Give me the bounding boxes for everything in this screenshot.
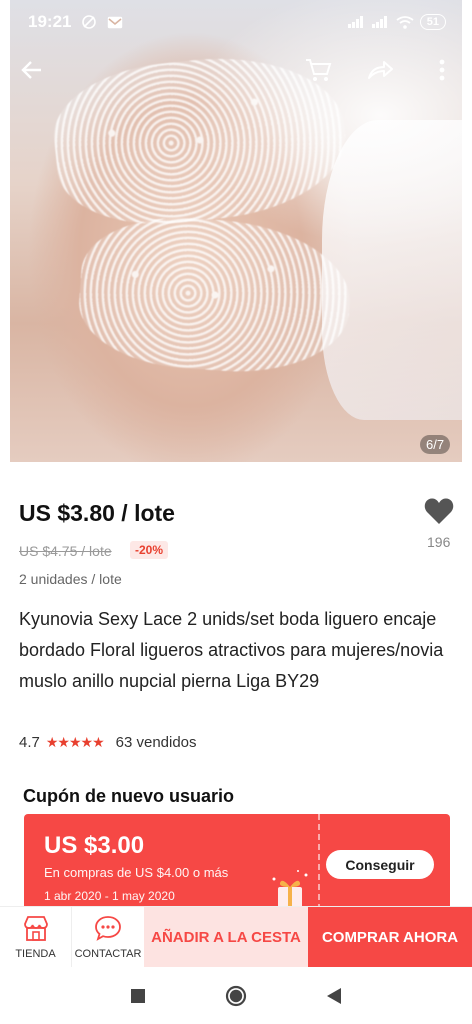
more-options-icon[interactable]	[426, 54, 458, 86]
contact-button[interactable]: CONTACTAR	[72, 907, 144, 967]
discount-badge: -20%	[130, 541, 169, 559]
status-time: 19:21	[28, 12, 72, 31]
rating-row[interactable]: 4.7 ★★★★★ 63 vendidos	[19, 734, 197, 751]
sold-count: 63 vendidos	[115, 734, 197, 751]
signal-icon-2	[371, 16, 388, 28]
wishlist-heart-icon[interactable]	[424, 497, 456, 527]
original-price: US $4.75 / lote	[19, 543, 112, 559]
home-icon[interactable]	[225, 985, 247, 1007]
rating-stars-icon: ★★★★★	[45, 734, 105, 750]
product-price: US $3.80 / lote	[19, 500, 175, 526]
dnd-icon	[81, 14, 97, 30]
coupon-card: US $3.00 En compras de US $4.00 o más 1 …	[24, 814, 450, 910]
store-icon	[22, 915, 50, 944]
add-to-cart-button[interactable]: AÑADIR A LA CESTA	[144, 907, 308, 967]
rating-value: 4.7	[19, 734, 40, 751]
chat-icon	[94, 915, 122, 944]
unit-info: 2 unidades / lote	[19, 571, 122, 587]
action-bar: TIENDA CONTACTAR AÑADIR A LA CESTA COMPR…	[0, 906, 472, 967]
image-toolbar	[0, 50, 472, 90]
product-title: Kyunovia Sexy Lace 2 unids/set boda ligu…	[19, 609, 444, 691]
coupon-heading: Cupón de nuevo usuario	[23, 786, 235, 806]
wifi-icon	[396, 16, 414, 29]
back-icon[interactable]	[323, 985, 345, 1007]
coupon-divider	[318, 814, 320, 910]
veil-decoration	[322, 120, 462, 420]
contact-label: CONTACTAR	[74, 947, 142, 960]
coupon-dates: 1 abr 2020 - 1 may 2020	[44, 889, 175, 903]
get-coupon-button[interactable]: Conseguir	[326, 850, 434, 879]
store-button[interactable]: TIENDA	[0, 907, 72, 967]
status-bar: 19:21 51	[0, 0, 472, 44]
recent-apps-icon[interactable]	[127, 985, 149, 1007]
image-counter: 6/7	[420, 435, 451, 454]
store-label: TIENDA	[15, 947, 56, 960]
mail-icon	[107, 16, 123, 29]
back-arrow-icon[interactable]	[16, 54, 48, 86]
coupon-condition: En compras de US $4.00 o más	[44, 865, 229, 880]
share-icon[interactable]	[364, 54, 396, 86]
wishlist-count: 196	[427, 534, 451, 550]
gift-icon	[268, 869, 312, 909]
signal-icon	[347, 16, 364, 28]
coupon-amount: US $3.00	[44, 832, 145, 859]
cart-icon[interactable]	[302, 54, 334, 86]
system-nav-bar	[0, 967, 472, 1024]
buy-now-button[interactable]: COMPRAR AHORA	[308, 907, 472, 967]
battery-icon: 51	[419, 14, 446, 30]
lace-garter-bottom	[75, 210, 355, 380]
